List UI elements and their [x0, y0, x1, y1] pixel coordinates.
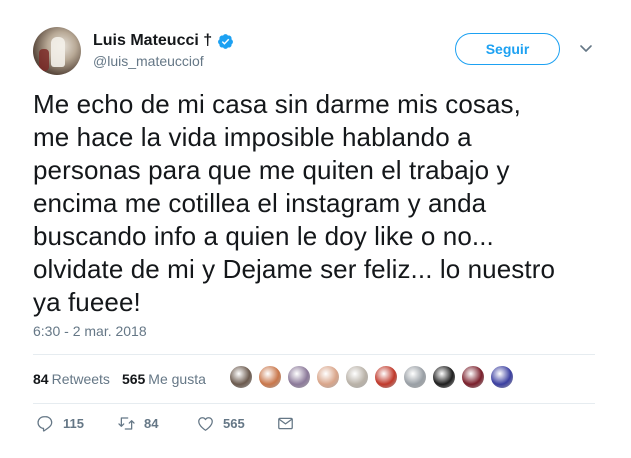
retweets-count[interactable]: 84: [33, 371, 49, 387]
avatar[interactable]: [33, 27, 81, 75]
reply-button[interactable]: 115: [36, 414, 84, 433]
liker-avatar[interactable]: [287, 365, 311, 389]
retweets-label[interactable]: Retweets: [52, 371, 110, 387]
liker-avatar[interactable]: [403, 365, 427, 389]
liker-avatar[interactable]: [374, 365, 398, 389]
chevron-down-icon[interactable]: [578, 40, 594, 56]
like-count: 565: [223, 416, 245, 431]
liker-avatar[interactable]: [345, 365, 369, 389]
tweet-timestamp[interactable]: 6:30 - 2 mar. 2018: [33, 323, 147, 339]
likes-count[interactable]: 565: [122, 371, 145, 387]
heart-icon: [198, 417, 213, 431]
retweet-button[interactable]: 84: [117, 414, 158, 433]
liker-avatar[interactable]: [229, 365, 253, 389]
name-row: Luis Mateucci †: [93, 30, 234, 52]
follow-button[interactable]: Seguir: [455, 33, 560, 65]
divider: [33, 403, 595, 404]
retweet-icon: [118, 417, 135, 430]
verified-badge-icon: [218, 33, 234, 49]
tweet-stats: 84 Retweets 565 Me gusta: [33, 371, 218, 387]
reply-icon: [37, 416, 53, 432]
direct-message-button[interactable]: [276, 414, 303, 433]
liker-avatars: [229, 365, 519, 389]
user-handle[interactable]: @luis_mateucciof: [93, 53, 204, 69]
display-name[interactable]: Luis Mateucci †: [93, 32, 212, 50]
tweet-card: Luis Mateucci † @luis_mateucciof Seguir …: [0, 0, 631, 458]
liker-avatar[interactable]: [461, 365, 485, 389]
retweet-count: 84: [144, 416, 159, 431]
liker-avatar[interactable]: [490, 365, 514, 389]
reply-count: 115: [63, 416, 84, 431]
like-button[interactable]: 565: [196, 414, 245, 433]
liker-avatar[interactable]: [432, 365, 456, 389]
divider: [33, 354, 595, 355]
avatar-figure-shape: [51, 37, 65, 67]
envelope-icon: [278, 417, 293, 430]
tweet-text: Me echo de mi casa sin darme mis cosas, …: [33, 89, 556, 317]
liker-avatar[interactable]: [258, 365, 282, 389]
avatar-figure-shape: [39, 49, 49, 71]
liker-avatar[interactable]: [316, 365, 340, 389]
likes-label[interactable]: Me gusta: [148, 371, 206, 387]
